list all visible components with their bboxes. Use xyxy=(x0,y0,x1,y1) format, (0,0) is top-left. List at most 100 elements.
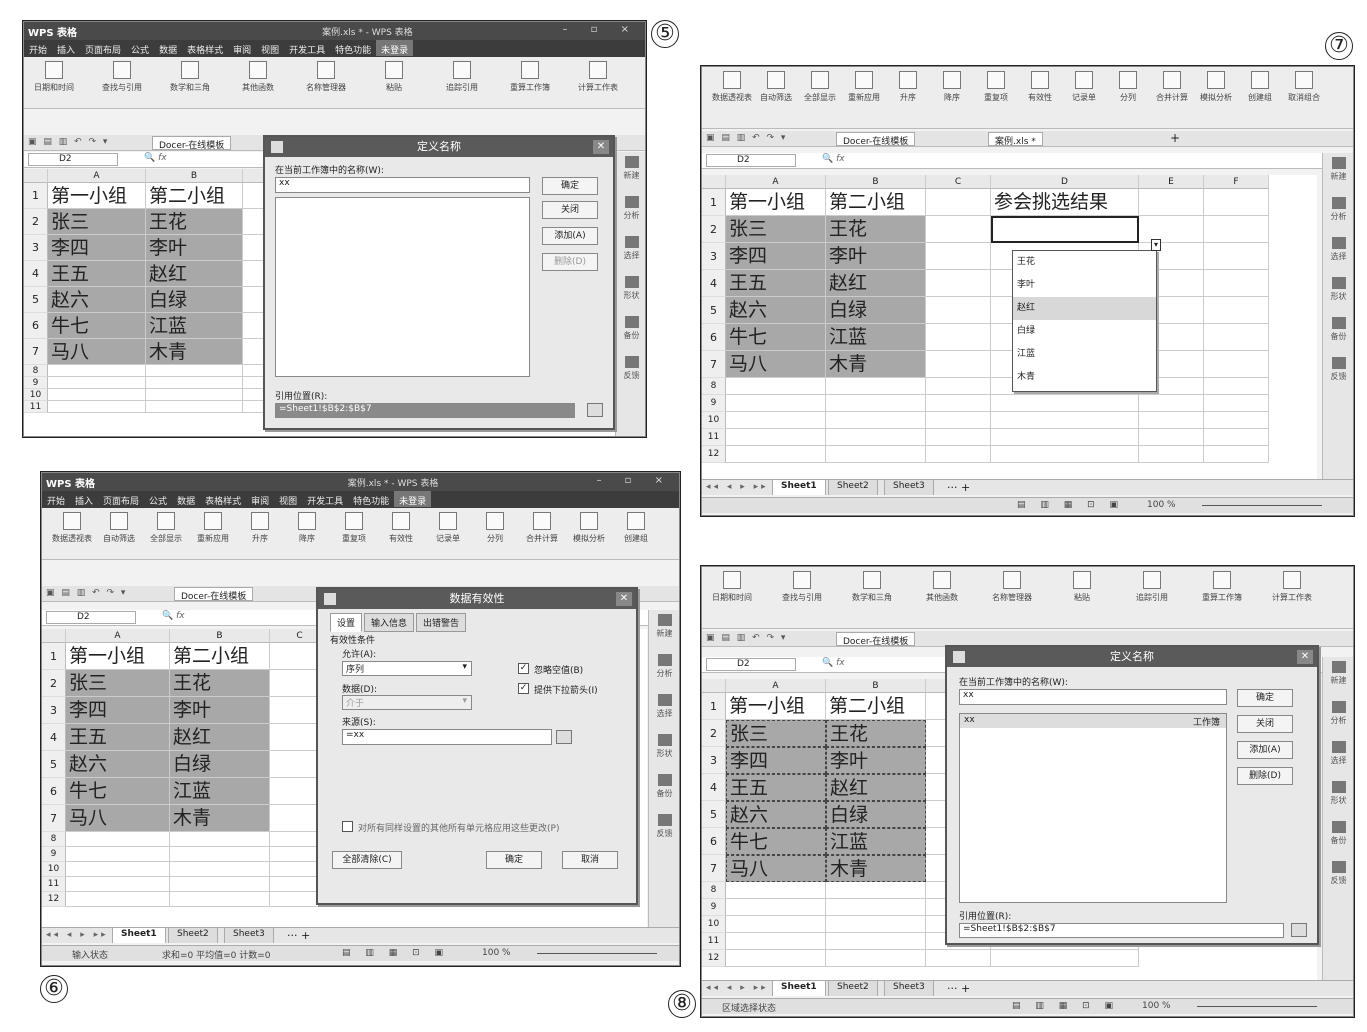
grid-cell[interactable] xyxy=(926,243,991,270)
grid-cell[interactable]: 第二小组 xyxy=(826,189,926,216)
grid-cell[interactable] xyxy=(170,877,270,892)
fx-icon[interactable]: 🔍 fx xyxy=(144,153,167,163)
sheet-tab[interactable]: Sheet2 xyxy=(168,928,218,943)
column-header[interactable]: F xyxy=(1204,175,1269,189)
side-panel-item[interactable]: 新建 xyxy=(649,610,679,650)
grid-cell[interactable]: 江蓝 xyxy=(826,828,926,855)
grid-cell[interactable] xyxy=(926,378,991,395)
row-header[interactable]: 7 xyxy=(702,351,726,378)
grid-cell[interactable] xyxy=(826,429,926,446)
side-panel-item[interactable]: 反馈 xyxy=(1323,857,1353,897)
column-header[interactable]: E xyxy=(1139,175,1204,189)
zoom-slider[interactable] xyxy=(1197,1006,1317,1007)
ok-button[interactable]: 确定 xyxy=(1237,689,1293,707)
grid-cell[interactable] xyxy=(726,446,826,463)
grid-cell[interactable] xyxy=(48,401,146,413)
ribbon-button[interactable]: 粘贴 xyxy=(370,61,418,93)
new-tab-icon[interactable]: + xyxy=(1170,131,1180,145)
grid-cell[interactable] xyxy=(1139,446,1204,463)
grid-cell[interactable]: 张三 xyxy=(726,216,826,243)
dropdown-option[interactable]: 白绿 xyxy=(1013,320,1156,343)
grid-cell[interactable] xyxy=(1139,412,1204,429)
sheet-tab[interactable]: Sheet3 xyxy=(884,981,934,996)
grid-cell[interactable]: 王花 xyxy=(826,216,926,243)
menu-item[interactable]: 审阅 xyxy=(246,491,274,507)
ribbon-button[interactable]: 合并计算 xyxy=(518,512,566,544)
row-header[interactable]: 10 xyxy=(24,389,48,401)
grid-cell[interactable] xyxy=(66,832,170,847)
grid-cell[interactable] xyxy=(1204,243,1269,270)
row-header[interactable]: 1 xyxy=(24,183,48,209)
grid-cell[interactable] xyxy=(826,916,926,933)
side-panel-item[interactable]: 备份 xyxy=(616,312,645,352)
grid-cell[interactable] xyxy=(926,446,991,463)
view-icons[interactable]: ▤ ▥ ▦ ⊡ ▣ xyxy=(1017,500,1124,510)
grid-cell[interactable]: 第二小组 xyxy=(170,643,270,670)
view-icons[interactable]: ▤ ▥ ▦ ⊡ ▣ xyxy=(342,948,449,958)
grid-cell[interactable] xyxy=(926,297,991,324)
menu-item[interactable]: 插入 xyxy=(52,40,80,56)
ribbon-button[interactable]: 模拟分析 xyxy=(1192,71,1240,103)
grid-cell[interactable] xyxy=(66,877,170,892)
ribbon-button[interactable]: 记录单 xyxy=(1060,71,1108,103)
grid-cell[interactable]: 白绿 xyxy=(826,801,926,828)
row-header[interactable]: 12 xyxy=(702,446,726,463)
dropdown-option[interactable]: 王花 xyxy=(1013,251,1156,274)
row-header[interactable]: 9 xyxy=(702,899,726,916)
menu-item[interactable]: 页面布局 xyxy=(98,491,144,507)
ribbon-button[interactable]: 计算工作表 xyxy=(574,61,622,93)
row-header[interactable]: 4 xyxy=(24,261,48,287)
ribbon-button[interactable]: 日期和时间 xyxy=(708,571,756,603)
ribbon-button[interactable]: 合并计算 xyxy=(1148,71,1196,103)
fx-icon[interactable]: 🔍 fx xyxy=(822,154,845,164)
sheet-tab[interactable]: Sheet3 xyxy=(224,928,274,943)
grid-cell[interactable] xyxy=(991,412,1139,429)
grid-cell[interactable] xyxy=(66,847,170,862)
grid-cell[interactable] xyxy=(1139,429,1204,446)
row-header[interactable]: 7 xyxy=(42,805,66,832)
side-panel-item[interactable]: 反馈 xyxy=(1323,353,1353,393)
row-header[interactable]: 10 xyxy=(702,412,726,429)
ribbon-button[interactable]: 自动筛选 xyxy=(95,512,143,544)
grid-cell[interactable] xyxy=(826,933,926,950)
ribbon-button[interactable]: 数学和三角 xyxy=(848,571,896,603)
row-header[interactable]: 2 xyxy=(42,670,66,697)
row-header[interactable]: 2 xyxy=(24,209,48,235)
row-header[interactable]: 3 xyxy=(42,697,66,724)
side-panel-item[interactable]: 形状 xyxy=(1323,273,1353,313)
menu-item[interactable]: 视图 xyxy=(274,491,302,507)
doc-tab-docer[interactable]: Docer-在线模板 xyxy=(152,136,232,151)
quick-access-toolbar[interactable]: ▣ ▤ ▥ ↶ ↷ ▾ xyxy=(706,133,787,143)
grid-cell[interactable] xyxy=(726,378,826,395)
side-panel-item[interactable]: 反馈 xyxy=(616,352,645,392)
menu-item[interactable]: 特色功能 xyxy=(330,40,376,56)
ribbon-button[interactable]: 降序 xyxy=(928,71,976,103)
side-panel-item[interactable]: 新建 xyxy=(1323,153,1353,193)
menu-item[interactable]: 公式 xyxy=(126,40,154,56)
grid-cell[interactable] xyxy=(48,389,146,401)
collapse-ref-icon[interactable] xyxy=(556,730,572,744)
grid-cell[interactable]: 木青 xyxy=(826,855,926,882)
ribbon-button[interactable]: 有效性 xyxy=(1016,71,1064,103)
ribbon-button[interactable]: 数据透视表 xyxy=(708,71,756,103)
column-header[interactable]: D xyxy=(991,175,1139,189)
ribbon-button[interactable]: 重新应用 xyxy=(840,71,888,103)
row-header[interactable]: 6 xyxy=(24,313,48,339)
grid-cell[interactable] xyxy=(926,950,991,967)
menu-item[interactable]: 未登录 xyxy=(376,40,414,56)
row-header[interactable]: 9 xyxy=(42,847,66,862)
grid-cell[interactable]: 马八 xyxy=(66,805,170,832)
grid-cell[interactable]: 王五 xyxy=(726,270,826,297)
grid-cell[interactable] xyxy=(726,950,826,967)
column-header[interactable]: B xyxy=(826,175,926,189)
doc-tab-docer[interactable]: Docer-在线模板 xyxy=(836,132,916,147)
grid-cell[interactable]: 李叶 xyxy=(826,243,926,270)
menu-item[interactable]: 表格样式 xyxy=(182,40,228,56)
row-header[interactable]: 6 xyxy=(42,778,66,805)
row-header[interactable]: 6 xyxy=(702,324,726,351)
grid-cell[interactable]: 白绿 xyxy=(170,751,270,778)
ribbon-button[interactable]: 全部显示 xyxy=(796,71,844,103)
side-panel-item[interactable]: 分析 xyxy=(616,192,645,232)
quick-access-toolbar[interactable]: ▣ ▤ ▥ ↶ ↷ ▾ xyxy=(706,633,787,643)
sheet-tab[interactable]: Sheet1 xyxy=(772,981,826,996)
